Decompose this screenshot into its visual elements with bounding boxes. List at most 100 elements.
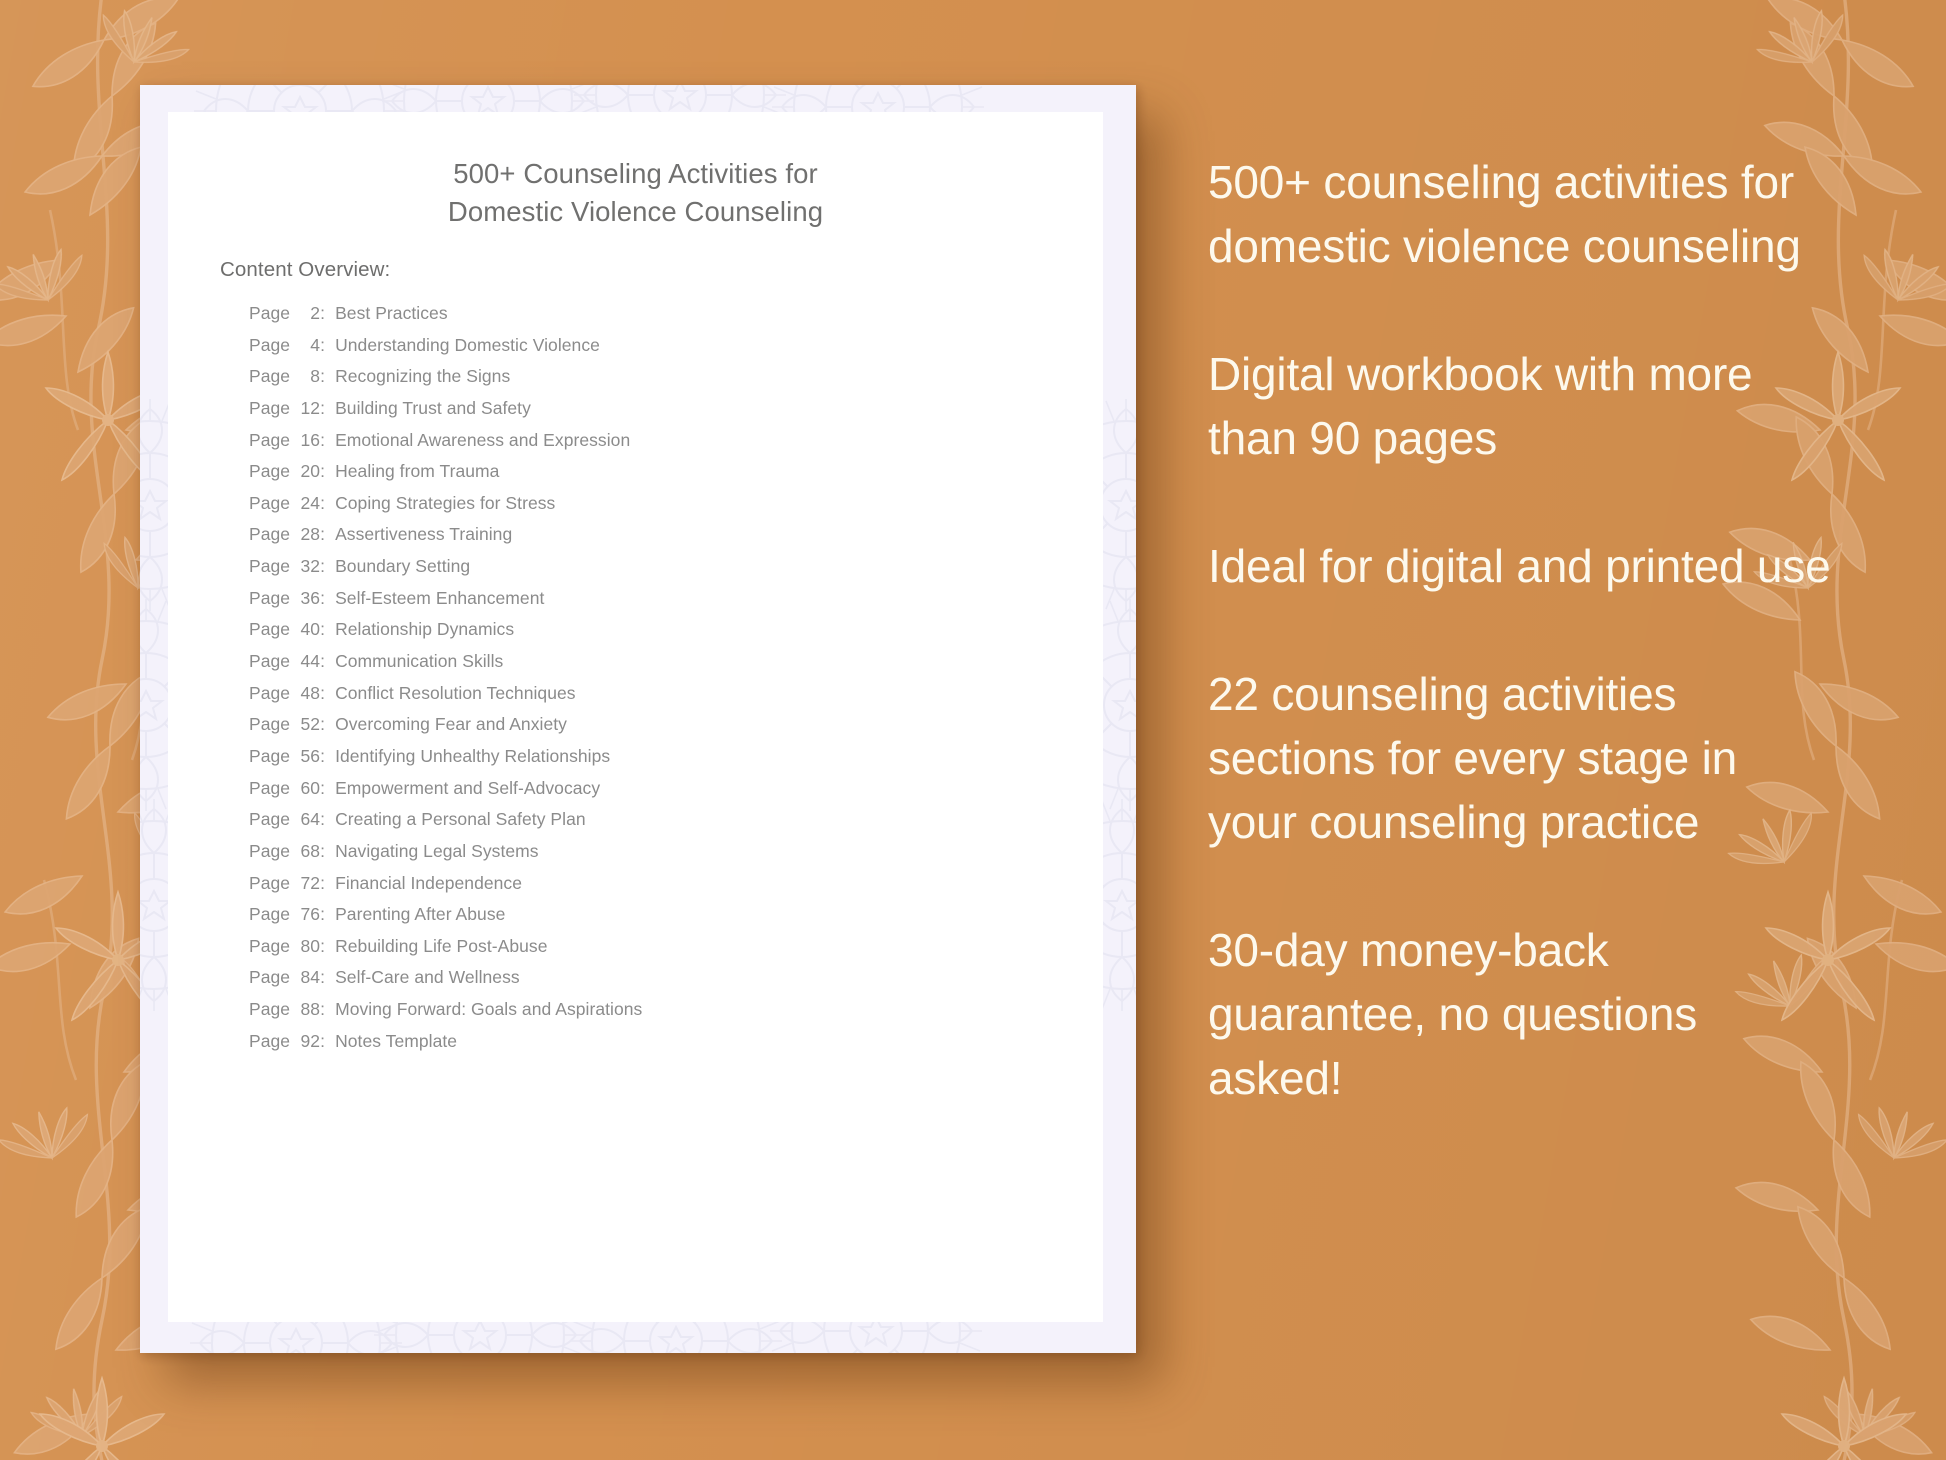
toc-row: Page 60: Empowerment and Self-Advocacy bbox=[249, 778, 1083, 810]
toc-page-number: 60 bbox=[300, 777, 321, 798]
toc-page-number: 24 bbox=[300, 492, 321, 513]
toc-section-title: Self-Esteem Enhancement bbox=[335, 587, 545, 608]
toc-page-word: Page bbox=[249, 429, 291, 450]
toc-page-word: Page bbox=[249, 587, 291, 608]
toc-page-number: 68 bbox=[300, 840, 321, 861]
toc-page-word: Page bbox=[249, 334, 291, 355]
toc-section-title: Coping Strategies for Stress bbox=[335, 492, 556, 513]
promo-text-panel: 500+ counseling activities for domestic … bbox=[1208, 150, 1838, 1110]
toc-section-title: Creating a Personal Safety Plan bbox=[335, 809, 586, 830]
toc-row: Page 32: Boundary Setting bbox=[249, 556, 1083, 588]
toc-row: Page 72: Financial Independence bbox=[249, 873, 1083, 905]
content-overview-label: Content Overview: bbox=[220, 258, 391, 281]
toc-row: Page 4: Understanding Domestic Violence bbox=[249, 335, 1083, 367]
document-title: 500+ Counseling Activities for Domestic … bbox=[168, 155, 1103, 231]
toc-page-number: 80 bbox=[300, 935, 321, 956]
toc-section-title: Overcoming Fear and Anxiety bbox=[335, 714, 567, 735]
toc-page-number: 92 bbox=[300, 1030, 321, 1051]
toc-page-word: Page bbox=[249, 682, 291, 703]
toc-page-word: Page bbox=[249, 840, 291, 861]
toc-row: Page 64: Creating a Personal Safety Plan bbox=[249, 809, 1083, 841]
toc-row: Page 24: Coping Strategies for Stress bbox=[249, 493, 1083, 525]
toc-page-word: Page bbox=[249, 651, 291, 672]
toc-row: Page 40: Relationship Dynamics bbox=[249, 619, 1083, 651]
toc-page-number: 88 bbox=[300, 999, 321, 1020]
toc-page-number: 40 bbox=[300, 619, 321, 640]
promo-bullet: Ideal for digital and printed use bbox=[1208, 540, 1831, 592]
toc-section-title: Building Trust and Safety bbox=[335, 397, 531, 418]
toc-page-number: 56 bbox=[300, 745, 321, 766]
toc-row: Page 56: Identifying Unhealthy Relationshi… bbox=[249, 746, 1083, 778]
toc-section-title: Emotional Awareness and Expression bbox=[335, 429, 631, 450]
toc-section-title: Navigating Legal Systems bbox=[335, 840, 539, 861]
toc-page-word: Page bbox=[249, 492, 291, 513]
toc-page-word: Page bbox=[249, 303, 291, 323]
toc-section-title: Rebuilding Life Post-Abuse bbox=[335, 935, 548, 956]
promo-bullet: 500+ counseling activities for domestic … bbox=[1208, 156, 1801, 272]
toc-row: Page 44: Communication Skills bbox=[249, 651, 1083, 683]
toc-page-number: 32 bbox=[300, 556, 321, 577]
toc-page-number: 52 bbox=[300, 714, 321, 735]
toc-page-number: 4 bbox=[310, 334, 321, 355]
toc-page-word: Page bbox=[249, 999, 291, 1020]
toc-row: Page 8: Recognizing the Signs bbox=[249, 366, 1083, 398]
toc-page-word: Page bbox=[249, 967, 291, 988]
toc-page-word: Page bbox=[249, 556, 291, 577]
toc-row: Page 48: Conflict Resolution Techniques bbox=[249, 683, 1083, 715]
toc-page-number: 2 bbox=[310, 303, 321, 323]
toc-page-word: Page bbox=[249, 745, 291, 766]
toc-page-word: Page bbox=[249, 1030, 291, 1051]
toc-page-number: 84 bbox=[300, 967, 321, 988]
promo-bullet: Digital workbook with more than 90 pages bbox=[1208, 348, 1753, 464]
toc-section-title: Boundary Setting bbox=[335, 556, 471, 577]
toc-section-title: Best Practices bbox=[335, 303, 448, 323]
toc-page-number: 16 bbox=[300, 429, 321, 450]
toc-section-title: Self-Care and Wellness bbox=[335, 967, 520, 988]
workbook-preview-card: 500+ Counseling Activities for Domestic … bbox=[140, 85, 1136, 1353]
toc-page-number: 64 bbox=[300, 809, 321, 830]
toc-section-title: Recognizing the Signs bbox=[335, 366, 511, 387]
toc-page-number: 12 bbox=[300, 397, 321, 418]
toc-row: Page 20: Healing from Trauma bbox=[249, 461, 1083, 493]
document-title-line-1: 500+ Counseling Activities for bbox=[453, 158, 818, 189]
toc-section-title: Communication Skills bbox=[335, 651, 504, 672]
toc-row: Page 12: Building Trust and Safety bbox=[249, 398, 1083, 430]
promo-graphic-canvas: 500+ Counseling Activities for Domestic … bbox=[0, 0, 1946, 1460]
toc-section-title: Understanding Domestic Violence bbox=[335, 334, 600, 355]
toc-page-word: Page bbox=[249, 935, 291, 956]
toc-section-title: Assertiveness Training bbox=[335, 524, 513, 545]
toc-section-title: Parenting After Abuse bbox=[335, 904, 506, 925]
toc-page-word: Page bbox=[249, 809, 291, 830]
toc-row: Page 68: Navigating Legal Systems bbox=[249, 841, 1083, 873]
toc-row: Page 28: Assertiveness Training bbox=[249, 524, 1083, 556]
toc-row: Page 36: Self-Esteem Enhancement bbox=[249, 588, 1083, 620]
toc-section-title: Healing from Trauma bbox=[335, 461, 500, 482]
toc-section-title: Relationship Dynamics bbox=[335, 619, 515, 640]
toc-page-number: 8 bbox=[310, 366, 321, 387]
toc-row: Page 84: Self-Care and Wellness bbox=[249, 967, 1083, 999]
toc-page-word: Page bbox=[249, 872, 291, 893]
toc-section-title: Conflict Resolution Techniques bbox=[335, 682, 576, 703]
document-title-line-2: Domestic Violence Counseling bbox=[447, 196, 824, 227]
toc-page-number: 36 bbox=[300, 587, 321, 608]
toc-page-word: Page bbox=[249, 461, 291, 482]
toc-page-number: 48 bbox=[300, 682, 321, 703]
toc-section-title: Financial Independence bbox=[335, 872, 523, 893]
toc-row: Page 88: Moving Forward: Goals and Aspirat… bbox=[249, 999, 1083, 1031]
toc-page-word: Page bbox=[249, 619, 291, 640]
promo-bullet: 22 counseling activities sections for ev… bbox=[1208, 668, 1737, 848]
toc-section-title: Identifying Unhealthy Relationships bbox=[335, 745, 611, 766]
table-of-contents: Page 2: Best Practices Page 4: Understanding … bbox=[249, 303, 1083, 1062]
toc-section-title: Moving Forward: Goals and Aspirations bbox=[335, 999, 643, 1020]
toc-row: Page 92: Notes Template bbox=[249, 1031, 1083, 1063]
toc-row: Page 2: Best Practices bbox=[249, 303, 1083, 335]
toc-page-word: Page bbox=[249, 777, 291, 798]
toc-page-word: Page bbox=[249, 714, 291, 735]
toc-row: Page 16: Emotional Awareness and Expressio… bbox=[249, 430, 1083, 462]
toc-page-number: 28 bbox=[300, 524, 321, 545]
workbook-page: 500+ Counseling Activities for Domestic … bbox=[168, 112, 1103, 1322]
promo-bullet: 30-day money-back guarantee, no question… bbox=[1208, 924, 1698, 1104]
toc-section-title: Notes Template bbox=[335, 1030, 458, 1051]
toc-row: Page 76: Parenting After Abuse bbox=[249, 904, 1083, 936]
toc-row: Page 52: Overcoming Fear and Anxiety bbox=[249, 714, 1083, 746]
